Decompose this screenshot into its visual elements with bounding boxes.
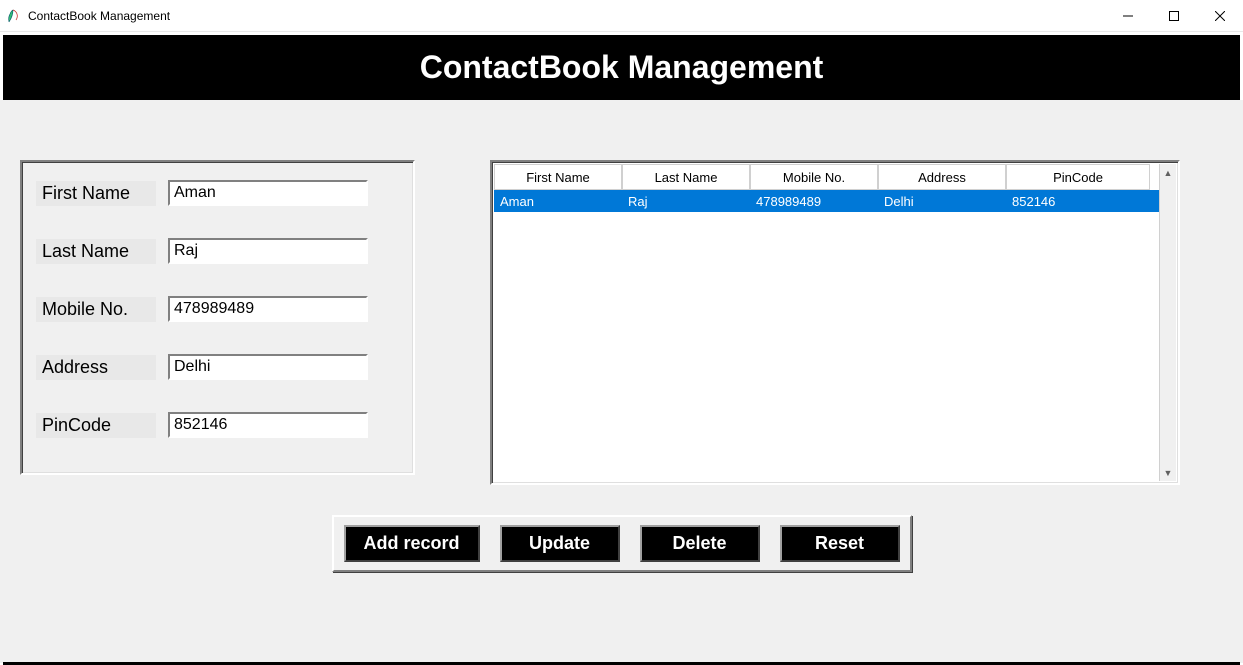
cell-address: Delhi [878, 190, 1006, 212]
window-titlebar: ContactBook Management [0, 0, 1243, 32]
reset-button[interactable]: Reset [780, 525, 900, 562]
add-record-button[interactable]: Add record [344, 525, 480, 562]
window-title: ContactBook Management [28, 9, 1105, 23]
page-title-banner: ContactBook Management [3, 35, 1240, 100]
form-row-first-name: First Name [36, 180, 399, 206]
input-mobile[interactable] [168, 296, 368, 322]
table-scrollbar[interactable]: ▲ ▼ [1159, 164, 1176, 481]
input-last-name[interactable] [168, 238, 368, 264]
cell-mobile: 478989489 [750, 190, 878, 212]
minimize-icon [1123, 11, 1133, 21]
table-panel: First Name Last Name Mobile No. Address … [490, 160, 1180, 485]
scroll-down-arrow-icon[interactable]: ▼ [1160, 464, 1176, 481]
col-header-address[interactable]: Address [878, 164, 1006, 190]
form-row-address: Address [36, 354, 399, 380]
label-pincode: PinCode [36, 413, 156, 438]
window-controls [1105, 0, 1243, 31]
label-last-name: Last Name [36, 239, 156, 264]
input-address[interactable] [168, 354, 368, 380]
page-title: ContactBook Management [420, 49, 824, 85]
scroll-up-arrow-icon[interactable]: ▲ [1160, 164, 1176, 181]
label-address: Address [36, 355, 156, 380]
col-header-last-name[interactable]: Last Name [622, 164, 750, 190]
col-header-first-name[interactable]: First Name [494, 164, 622, 190]
form-panel: First Name Last Name Mobile No. Address … [20, 160, 415, 475]
delete-button[interactable]: Delete [640, 525, 760, 562]
cell-pincode: 852146 [1006, 190, 1150, 212]
form-row-mobile: Mobile No. [36, 296, 399, 322]
label-mobile: Mobile No. [36, 297, 156, 322]
maximize-icon [1169, 11, 1179, 21]
form-row-last-name: Last Name [36, 238, 399, 264]
cell-first-name: Aman [494, 190, 622, 212]
contacts-table[interactable]: First Name Last Name Mobile No. Address … [494, 164, 1159, 481]
minimize-button[interactable] [1105, 0, 1151, 32]
input-first-name[interactable] [168, 180, 368, 206]
app-icon [6, 8, 22, 24]
update-button[interactable]: Update [500, 525, 620, 562]
close-button[interactable] [1197, 0, 1243, 32]
table-body: Aman Raj 478989489 Delhi 852146 [494, 190, 1159, 481]
col-header-mobile[interactable]: Mobile No. [750, 164, 878, 190]
panels-container: First Name Last Name Mobile No. Address … [20, 160, 1223, 485]
table-row[interactable]: Aman Raj 478989489 Delhi 852146 [494, 190, 1159, 212]
col-header-pincode[interactable]: PinCode [1006, 164, 1150, 190]
label-first-name: First Name [36, 181, 156, 206]
close-icon [1215, 11, 1225, 21]
maximize-button[interactable] [1151, 0, 1197, 32]
input-pincode[interactable] [168, 412, 368, 438]
table-header: First Name Last Name Mobile No. Address … [494, 164, 1159, 190]
button-bar: Add record Update Delete Reset [332, 515, 912, 572]
cell-last-name: Raj [622, 190, 750, 212]
form-row-pincode: PinCode [36, 412, 399, 438]
main-content: First Name Last Name Mobile No. Address … [0, 100, 1243, 663]
